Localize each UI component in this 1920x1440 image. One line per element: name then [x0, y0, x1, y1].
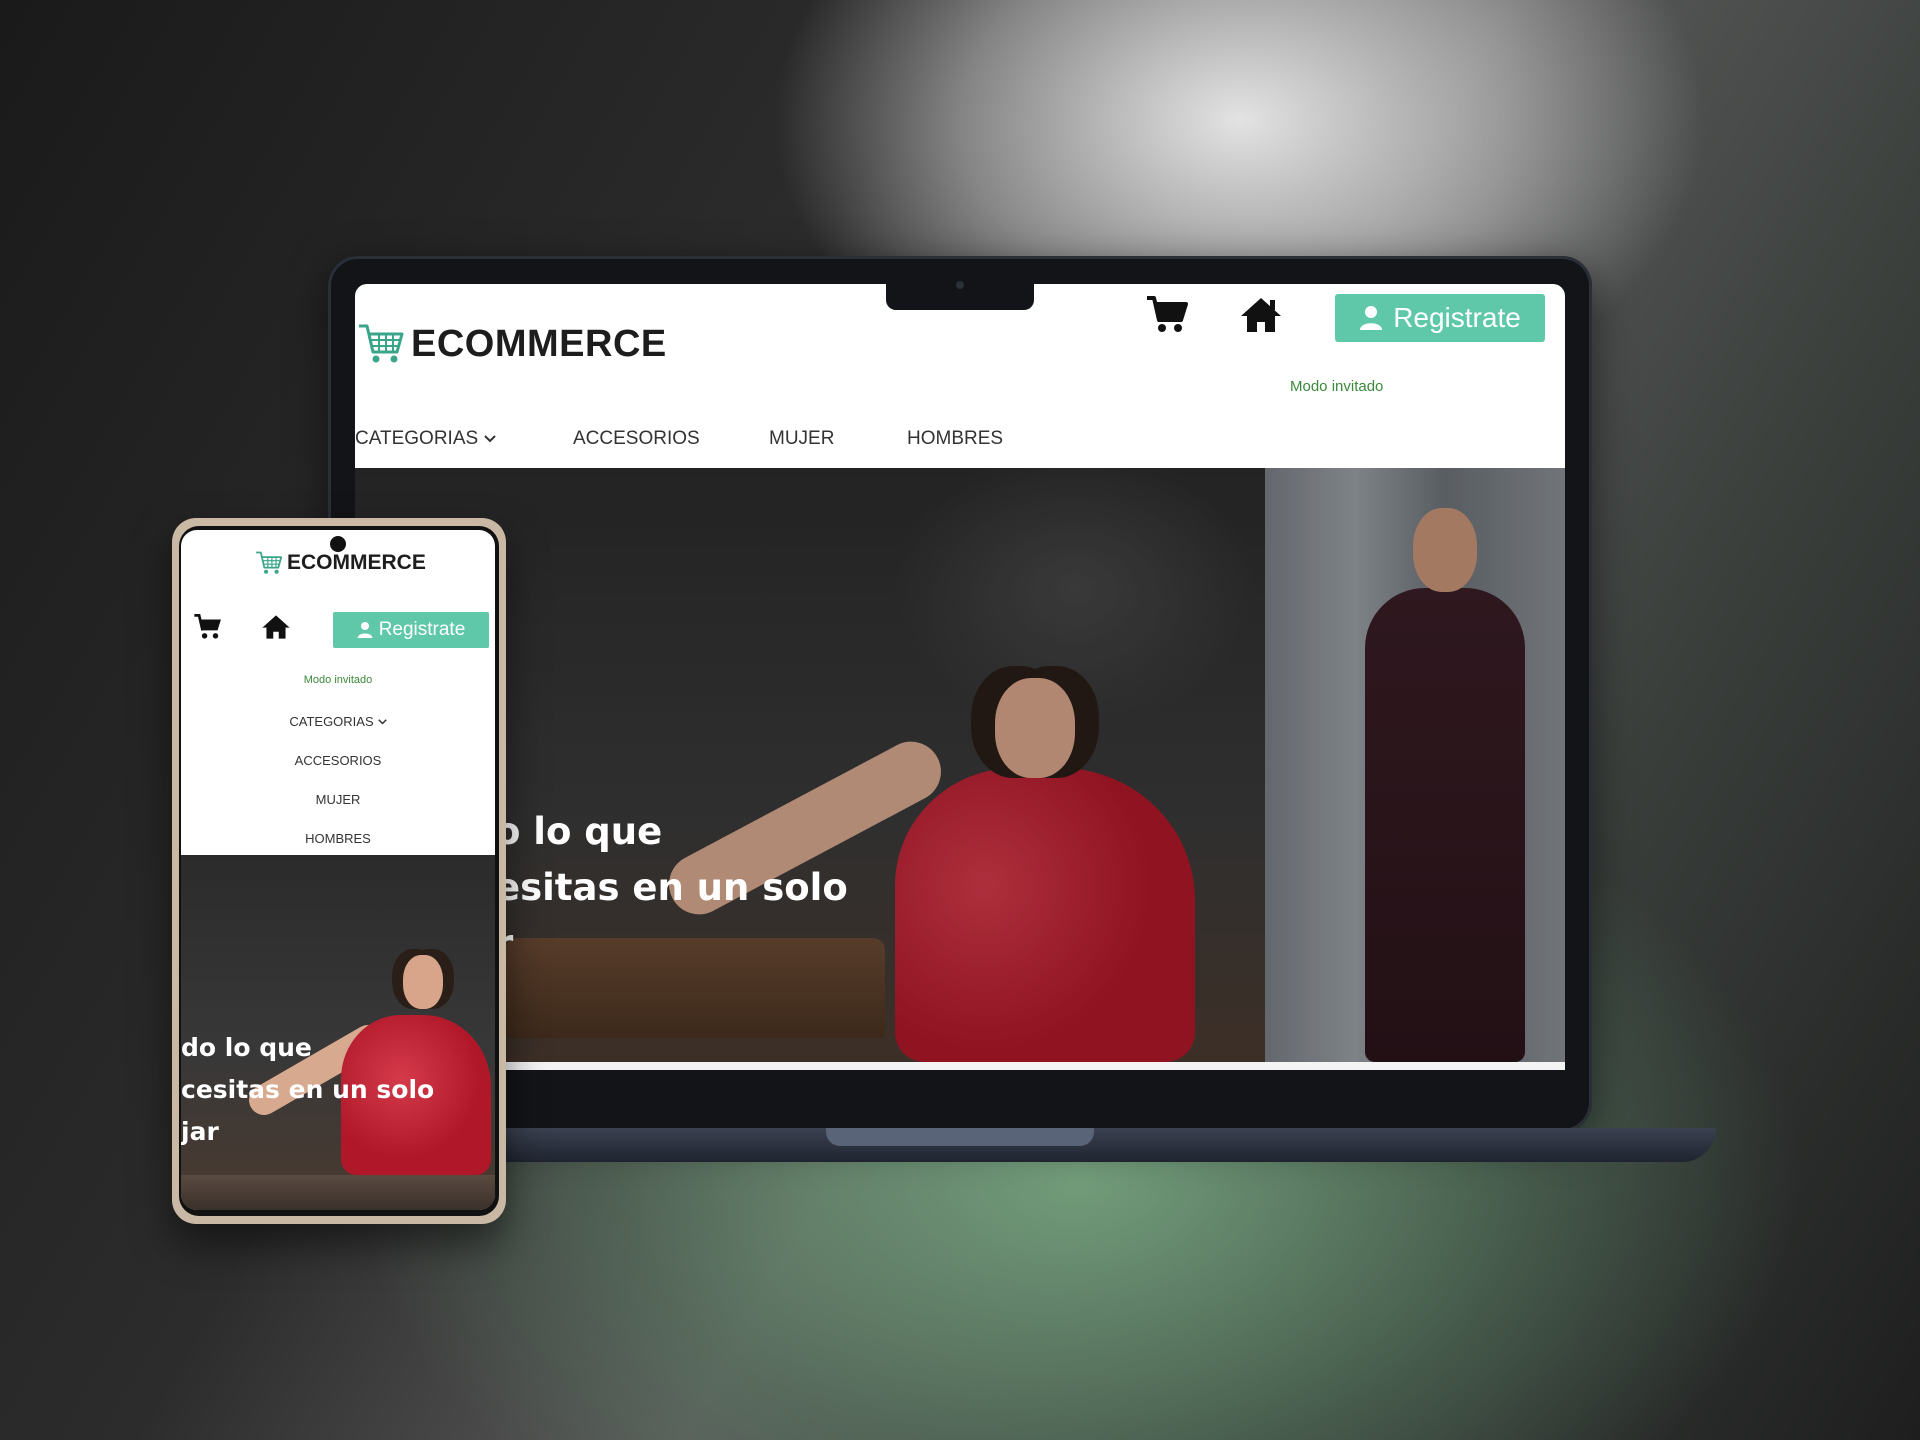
site-logo[interactable]: ECOMMERCE: [357, 322, 667, 366]
nav-item-categorias[interactable]: CATEGORIAS: [181, 702, 495, 741]
nav-label: CATEGORIAS: [289, 714, 374, 729]
user-icon: [1359, 305, 1383, 331]
chevron-down-icon: [377, 718, 387, 725]
phone-screen: ECOMMERCE Registrate Modo invitado CATEG…: [181, 530, 495, 1210]
home-icon[interactable]: [261, 612, 291, 642]
hero-floor: [181, 1175, 495, 1210]
hero-line: esitas en un solo: [495, 866, 848, 909]
guest-mode-text: Modo invitado: [1290, 378, 1384, 395]
user-icon: [357, 621, 373, 639]
home-icon[interactable]: [1239, 294, 1283, 336]
chevron-down-icon: [484, 435, 496, 443]
brand-name: ECOMMERCE: [411, 322, 667, 365]
hero-overlay: [355, 468, 1565, 1062]
register-button[interactable]: Registrate: [1335, 294, 1545, 342]
hero-headline: do lo que cesitas en un solo jar: [181, 1027, 481, 1153]
nav-item-categorias[interactable]: CATEGORIAS: [355, 428, 573, 450]
hero-line: o lo que: [495, 810, 663, 853]
nav-label: CATEGORIAS: [355, 428, 479, 449]
register-label: Registrate: [1393, 302, 1521, 333]
nav-item-accesorios[interactable]: ACCESORIOS: [181, 741, 495, 780]
nav-item-accesorios[interactable]: ACCESORIOS: [573, 428, 769, 450]
register-label: Registrate: [378, 619, 466, 640]
nav-label: MUJER: [315, 792, 361, 807]
nav-item-hombres[interactable]: HOMBRES: [907, 428, 1003, 450]
hero-line: r: [495, 916, 895, 972]
nav-item-mujer[interactable]: MUJER: [769, 428, 907, 450]
site-logo[interactable]: ECOMMERCE: [255, 550, 426, 576]
laptop-camera: [956, 281, 964, 289]
register-button[interactable]: Registrate: [333, 612, 489, 648]
hero-line: cesitas en un solo: [181, 1075, 435, 1104]
nav-item-mujer[interactable]: MUJER: [181, 780, 495, 819]
nav-label: HOMBRES: [305, 831, 371, 846]
hero-bottom-strip: [355, 1062, 1565, 1070]
laptop-screen: ECOMMERCE Registrate Modo invitado CATEG…: [355, 284, 1565, 1070]
hero-banner: o lo que esitas en un solo r: [355, 468, 1565, 1062]
hero-model-head: [403, 955, 443, 1009]
phone-camera: [330, 536, 346, 552]
guest-mode-text: Modo invitado: [303, 674, 373, 686]
hero-line: jar: [181, 1117, 219, 1146]
shopping-cart-icon: [357, 322, 405, 366]
nav-label: ACCESORIOS: [573, 428, 700, 449]
nav-label: HOMBRES: [907, 428, 1004, 449]
cart-icon[interactable]: [193, 612, 223, 642]
hero-headline: o lo que esitas en un solo r: [495, 804, 895, 972]
laptop-hinge: [826, 1128, 1094, 1146]
mobile-nav: CATEGORIAS ACCESORIOS MUJER HOMBRES: [181, 702, 495, 858]
hero-line: do lo que: [181, 1033, 312, 1062]
shopping-cart-icon: [255, 550, 283, 576]
nav-item-hombres[interactable]: HOMBRES: [181, 819, 495, 858]
nav-label: MUJER: [769, 428, 835, 449]
cart-icon[interactable]: [1145, 294, 1189, 336]
nav-label: ACCESORIOS: [294, 753, 382, 768]
brand-name: ECOMMERCE: [287, 551, 426, 574]
hero-banner: do lo que cesitas en un solo jar: [181, 855, 495, 1210]
main-nav: CATEGORIAS ACCESORIOS MUJER HOMBRES: [355, 428, 1003, 450]
